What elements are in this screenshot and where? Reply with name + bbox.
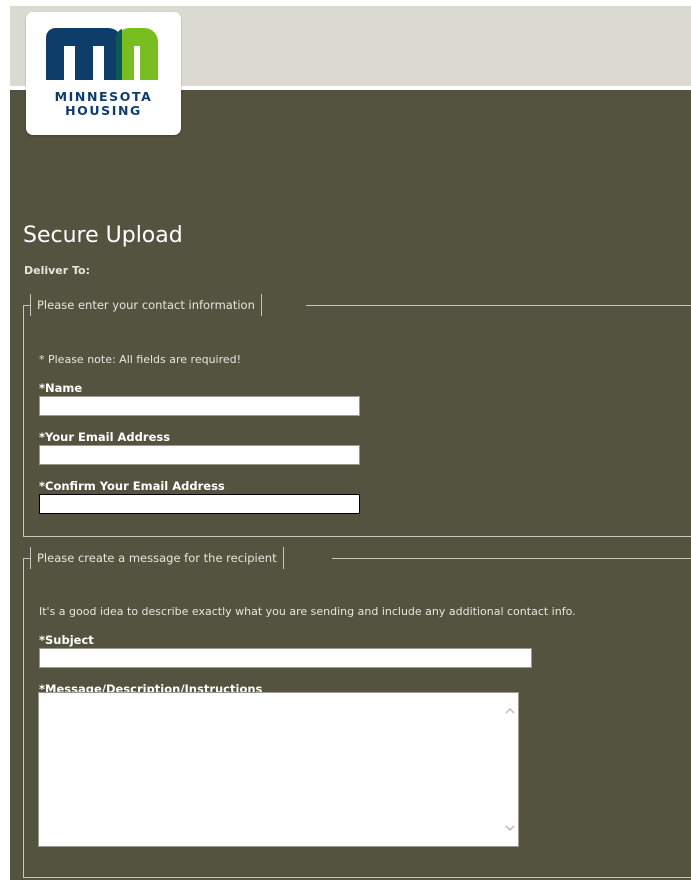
email-label: *Your Email Address <box>39 430 171 444</box>
page: MINNESOTA HOUSING Secure Upload Deliver … <box>10 6 691 880</box>
name-label: *Name <box>39 381 83 395</box>
minnesota-housing-logo[interactable]: MINNESOTA HOUSING <box>26 12 181 135</box>
logo-m-glyph <box>46 28 122 80</box>
message-legend: Please create a message for the recipien… <box>30 547 284 569</box>
logo-word-housing: HOUSING <box>65 103 142 118</box>
contact-info-legend: Please enter your contact information <box>30 294 262 316</box>
fieldset-top-border <box>332 558 691 559</box>
email-input[interactable] <box>39 445 360 465</box>
deliver-to-label: Deliver To: <box>24 264 91 277</box>
message-textarea[interactable] <box>38 692 519 847</box>
page-title: Secure Upload <box>23 223 183 248</box>
name-input[interactable] <box>39 396 360 416</box>
required-fields-note: * Please note: All fields are required! <box>39 353 242 366</box>
confirm-email-label: *Confirm Your Email Address <box>39 479 225 493</box>
mn-logo-icon <box>46 28 158 80</box>
logo-n-glyph <box>116 28 158 80</box>
contact-info-fieldset: Please enter your contact information * … <box>23 294 691 537</box>
logo-word-minnesota: MINNESOTA <box>54 89 153 104</box>
message-hint: It's a good idea to describe exactly wha… <box>39 605 576 618</box>
subject-label: *Subject <box>39 633 94 647</box>
confirm-email-input[interactable] <box>39 494 360 514</box>
fieldset-top-border <box>306 305 691 306</box>
subject-input[interactable] <box>39 648 532 668</box>
logo-overlap <box>116 29 122 80</box>
